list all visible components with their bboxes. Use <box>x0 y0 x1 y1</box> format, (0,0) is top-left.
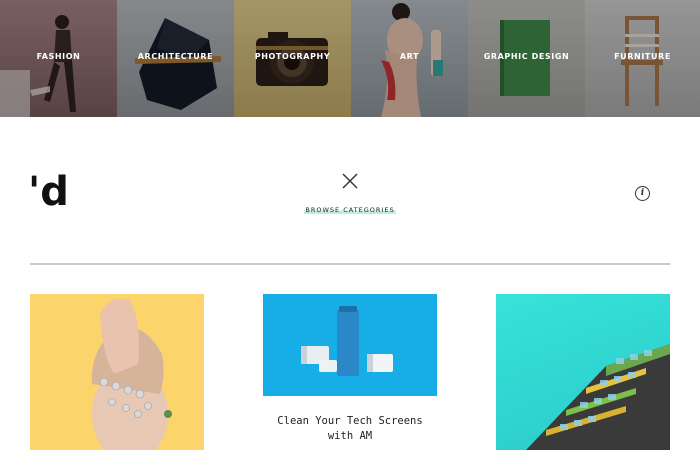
category-art[interactable]: ART <box>351 0 468 117</box>
category-label: ARCHITECTURE <box>137 52 214 61</box>
building-facade-illustration <box>526 344 670 450</box>
category-photography[interactable]: PHOTOGRAPHY <box>234 0 351 117</box>
section-divider <box>30 263 670 265</box>
screen-cleaner-product-illustration <box>301 306 393 376</box>
category-fashion[interactable]: FASHION <box>0 0 117 117</box>
category-label: GRAPHIC DESIGN <box>483 52 570 61</box>
article-card[interactable]: Clean Your Tech Screens with AM <box>263 294 437 444</box>
category-strip: FASHION ARCHITECTURE PHOTOGRAPHY ART GRA… <box>0 0 700 117</box>
close-icon <box>342 173 358 189</box>
article-card-image <box>263 294 437 396</box>
category-graphic-design[interactable]: GRAPHIC DESIGN <box>468 0 585 117</box>
article-card[interactable] <box>496 294 670 450</box>
category-label: PHOTOGRAPHY <box>254 52 331 61</box>
category-label: ART <box>399 52 420 61</box>
article-card[interactable] <box>30 294 204 450</box>
category-label: FURNITURE <box>614 52 671 61</box>
article-card-image <box>30 294 204 450</box>
close-categories-button[interactable] <box>339 170 361 192</box>
category-furniture[interactable]: FURNITURE <box>585 0 700 117</box>
article-card-image <box>496 294 670 450</box>
site-logo[interactable]: 'd <box>28 172 69 212</box>
browse-categories-link[interactable]: BROWSE CATEGORIES <box>303 206 397 214</box>
info-icon[interactable]: i <box>635 186 650 201</box>
article-card-title[interactable]: Clean Your Tech Screens with AM <box>263 414 437 444</box>
browse-categories-label: BROWSE CATEGORIES <box>304 206 396 214</box>
category-architecture[interactable]: ARCHITECTURE <box>117 0 234 117</box>
face-with-hand-illustration <box>91 298 172 450</box>
category-label: FASHION <box>36 52 81 61</box>
